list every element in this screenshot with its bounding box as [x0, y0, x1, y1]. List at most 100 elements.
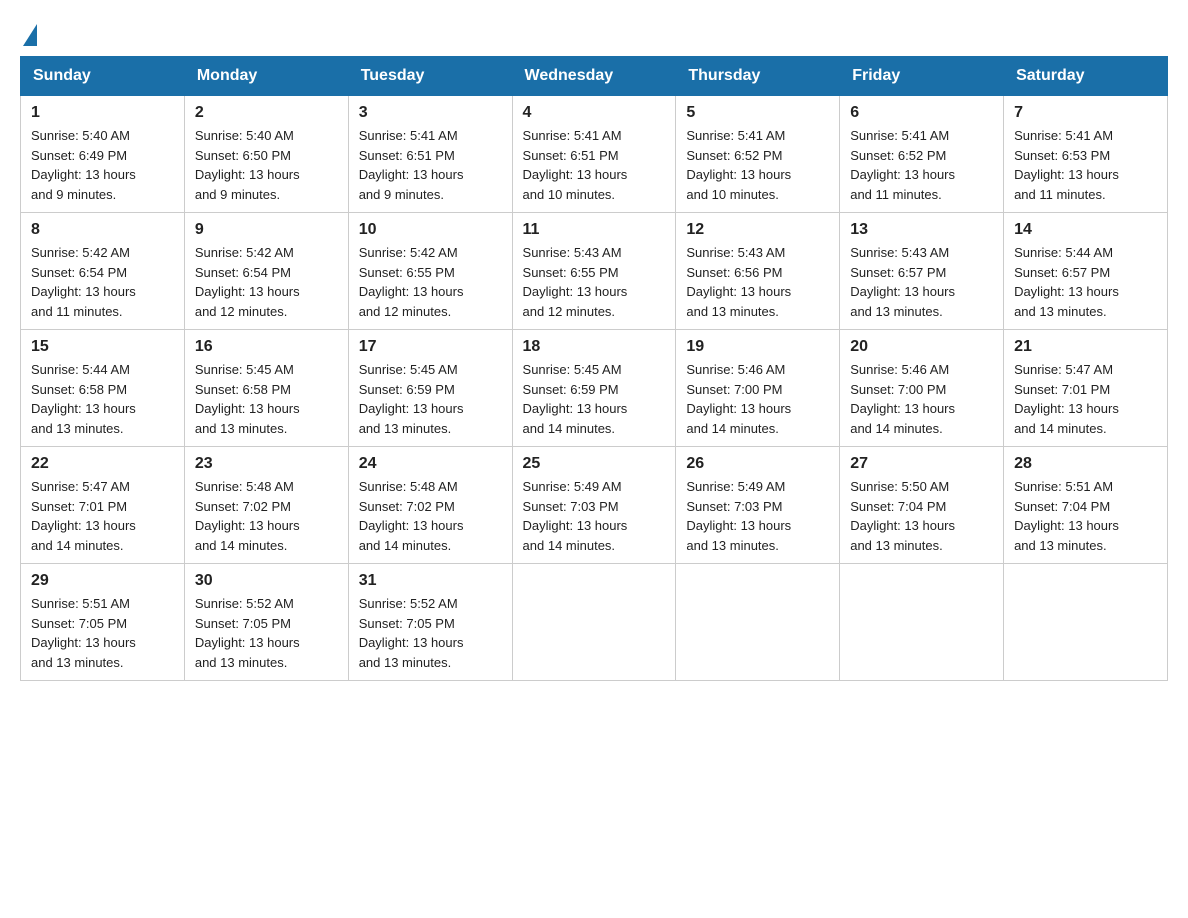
day-number: 17: [359, 338, 502, 356]
day-number: 29: [31, 572, 174, 590]
logo: [20, 20, 37, 46]
day-info: Sunrise: 5:47 AM Sunset: 7:01 PM Dayligh…: [1014, 360, 1157, 438]
day-number: 11: [523, 221, 666, 239]
day-number: 5: [686, 104, 829, 122]
calendar-table: SundayMondayTuesdayWednesdayThursdayFrid…: [20, 56, 1168, 681]
day-number: 22: [31, 455, 174, 473]
day-number: 27: [850, 455, 993, 473]
day-info: Sunrise: 5:40 AM Sunset: 6:49 PM Dayligh…: [31, 126, 174, 204]
calendar-cell: 7 Sunrise: 5:41 AM Sunset: 6:53 PM Dayli…: [1004, 96, 1168, 213]
day-number: 20: [850, 338, 993, 356]
day-number: 9: [195, 221, 338, 239]
day-number: 31: [359, 572, 502, 590]
calendar-cell: 26 Sunrise: 5:49 AM Sunset: 7:03 PM Dayl…: [676, 447, 840, 564]
weekday-header-sunday: Sunday: [21, 57, 185, 96]
day-number: 10: [359, 221, 502, 239]
day-number: 7: [1014, 104, 1157, 122]
calendar-week-row: 22 Sunrise: 5:47 AM Sunset: 7:01 PM Dayl…: [21, 447, 1168, 564]
weekday-header-thursday: Thursday: [676, 57, 840, 96]
day-info: Sunrise: 5:40 AM Sunset: 6:50 PM Dayligh…: [195, 126, 338, 204]
day-info: Sunrise: 5:41 AM Sunset: 6:51 PM Dayligh…: [359, 126, 502, 204]
day-number: 14: [1014, 221, 1157, 239]
calendar-cell: 8 Sunrise: 5:42 AM Sunset: 6:54 PM Dayli…: [21, 213, 185, 330]
day-number: 2: [195, 104, 338, 122]
calendar-cell: 9 Sunrise: 5:42 AM Sunset: 6:54 PM Dayli…: [184, 213, 348, 330]
calendar-cell: 16 Sunrise: 5:45 AM Sunset: 6:58 PM Dayl…: [184, 330, 348, 447]
day-info: Sunrise: 5:44 AM Sunset: 6:57 PM Dayligh…: [1014, 243, 1157, 321]
day-number: 3: [359, 104, 502, 122]
calendar-cell: 23 Sunrise: 5:48 AM Sunset: 7:02 PM Dayl…: [184, 447, 348, 564]
calendar-cell: 28 Sunrise: 5:51 AM Sunset: 7:04 PM Dayl…: [1004, 447, 1168, 564]
calendar-week-row: 29 Sunrise: 5:51 AM Sunset: 7:05 PM Dayl…: [21, 564, 1168, 681]
day-info: Sunrise: 5:51 AM Sunset: 7:04 PM Dayligh…: [1014, 477, 1157, 555]
calendar-cell: 21 Sunrise: 5:47 AM Sunset: 7:01 PM Dayl…: [1004, 330, 1168, 447]
calendar-cell: 29 Sunrise: 5:51 AM Sunset: 7:05 PM Dayl…: [21, 564, 185, 681]
calendar-cell: 12 Sunrise: 5:43 AM Sunset: 6:56 PM Dayl…: [676, 213, 840, 330]
day-number: 16: [195, 338, 338, 356]
logo-triangle-icon: [23, 24, 37, 46]
day-number: 21: [1014, 338, 1157, 356]
day-number: 24: [359, 455, 502, 473]
calendar-cell: 17 Sunrise: 5:45 AM Sunset: 6:59 PM Dayl…: [348, 330, 512, 447]
day-info: Sunrise: 5:51 AM Sunset: 7:05 PM Dayligh…: [31, 594, 174, 672]
day-info: Sunrise: 5:41 AM Sunset: 6:52 PM Dayligh…: [686, 126, 829, 204]
day-number: 6: [850, 104, 993, 122]
calendar-cell: [676, 564, 840, 681]
day-number: 1: [31, 104, 174, 122]
day-number: 4: [523, 104, 666, 122]
calendar-cell: 11 Sunrise: 5:43 AM Sunset: 6:55 PM Dayl…: [512, 213, 676, 330]
calendar-cell: [512, 564, 676, 681]
day-info: Sunrise: 5:52 AM Sunset: 7:05 PM Dayligh…: [195, 594, 338, 672]
day-info: Sunrise: 5:48 AM Sunset: 7:02 PM Dayligh…: [195, 477, 338, 555]
weekday-header-saturday: Saturday: [1004, 57, 1168, 96]
day-info: Sunrise: 5:43 AM Sunset: 6:56 PM Dayligh…: [686, 243, 829, 321]
day-number: 8: [31, 221, 174, 239]
calendar-cell: 27 Sunrise: 5:50 AM Sunset: 7:04 PM Dayl…: [840, 447, 1004, 564]
weekday-header-wednesday: Wednesday: [512, 57, 676, 96]
day-info: Sunrise: 5:41 AM Sunset: 6:52 PM Dayligh…: [850, 126, 993, 204]
calendar-cell: 13 Sunrise: 5:43 AM Sunset: 6:57 PM Dayl…: [840, 213, 1004, 330]
day-info: Sunrise: 5:50 AM Sunset: 7:04 PM Dayligh…: [850, 477, 993, 555]
day-info: Sunrise: 5:48 AM Sunset: 7:02 PM Dayligh…: [359, 477, 502, 555]
calendar-cell: [840, 564, 1004, 681]
calendar-cell: 24 Sunrise: 5:48 AM Sunset: 7:02 PM Dayl…: [348, 447, 512, 564]
calendar-cell: 30 Sunrise: 5:52 AM Sunset: 7:05 PM Dayl…: [184, 564, 348, 681]
calendar-week-row: 15 Sunrise: 5:44 AM Sunset: 6:58 PM Dayl…: [21, 330, 1168, 447]
day-info: Sunrise: 5:45 AM Sunset: 6:59 PM Dayligh…: [523, 360, 666, 438]
weekday-header-monday: Monday: [184, 57, 348, 96]
calendar-cell: 14 Sunrise: 5:44 AM Sunset: 6:57 PM Dayl…: [1004, 213, 1168, 330]
day-info: Sunrise: 5:49 AM Sunset: 7:03 PM Dayligh…: [523, 477, 666, 555]
calendar-week-row: 8 Sunrise: 5:42 AM Sunset: 6:54 PM Dayli…: [21, 213, 1168, 330]
day-info: Sunrise: 5:47 AM Sunset: 7:01 PM Dayligh…: [31, 477, 174, 555]
day-info: Sunrise: 5:52 AM Sunset: 7:05 PM Dayligh…: [359, 594, 502, 672]
day-info: Sunrise: 5:43 AM Sunset: 6:57 PM Dayligh…: [850, 243, 993, 321]
page-header: [20, 20, 1168, 46]
day-info: Sunrise: 5:45 AM Sunset: 6:58 PM Dayligh…: [195, 360, 338, 438]
day-info: Sunrise: 5:42 AM Sunset: 6:54 PM Dayligh…: [31, 243, 174, 321]
day-info: Sunrise: 5:46 AM Sunset: 7:00 PM Dayligh…: [686, 360, 829, 438]
day-number: 12: [686, 221, 829, 239]
day-number: 19: [686, 338, 829, 356]
calendar-cell: 25 Sunrise: 5:49 AM Sunset: 7:03 PM Dayl…: [512, 447, 676, 564]
day-info: Sunrise: 5:41 AM Sunset: 6:53 PM Dayligh…: [1014, 126, 1157, 204]
calendar-cell: 5 Sunrise: 5:41 AM Sunset: 6:52 PM Dayli…: [676, 96, 840, 213]
calendar-cell: 6 Sunrise: 5:41 AM Sunset: 6:52 PM Dayli…: [840, 96, 1004, 213]
calendar-cell: 15 Sunrise: 5:44 AM Sunset: 6:58 PM Dayl…: [21, 330, 185, 447]
day-number: 18: [523, 338, 666, 356]
day-number: 23: [195, 455, 338, 473]
weekday-header-tuesday: Tuesday: [348, 57, 512, 96]
day-info: Sunrise: 5:46 AM Sunset: 7:00 PM Dayligh…: [850, 360, 993, 438]
calendar-cell: 4 Sunrise: 5:41 AM Sunset: 6:51 PM Dayli…: [512, 96, 676, 213]
calendar-cell: 18 Sunrise: 5:45 AM Sunset: 6:59 PM Dayl…: [512, 330, 676, 447]
calendar-cell: 20 Sunrise: 5:46 AM Sunset: 7:00 PM Dayl…: [840, 330, 1004, 447]
day-number: 25: [523, 455, 666, 473]
calendar-cell: 1 Sunrise: 5:40 AM Sunset: 6:49 PM Dayli…: [21, 96, 185, 213]
day-number: 26: [686, 455, 829, 473]
calendar-cell: 3 Sunrise: 5:41 AM Sunset: 6:51 PM Dayli…: [348, 96, 512, 213]
calendar-cell: 19 Sunrise: 5:46 AM Sunset: 7:00 PM Dayl…: [676, 330, 840, 447]
day-info: Sunrise: 5:49 AM Sunset: 7:03 PM Dayligh…: [686, 477, 829, 555]
day-info: Sunrise: 5:43 AM Sunset: 6:55 PM Dayligh…: [523, 243, 666, 321]
day-number: 15: [31, 338, 174, 356]
day-number: 30: [195, 572, 338, 590]
calendar-cell: 2 Sunrise: 5:40 AM Sunset: 6:50 PM Dayli…: [184, 96, 348, 213]
